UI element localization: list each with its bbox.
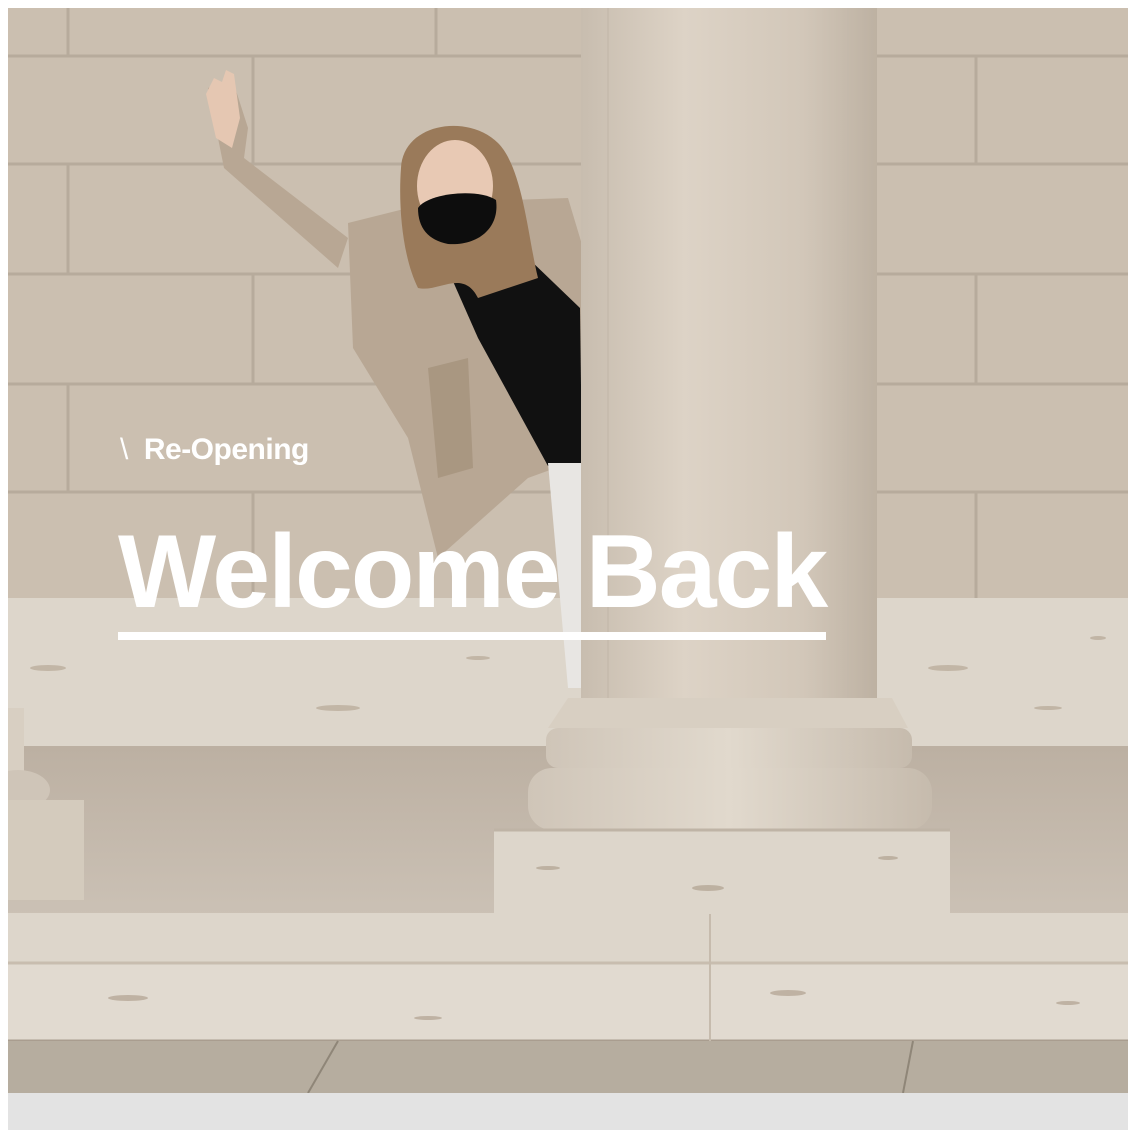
sidewalk [8,1041,1128,1093]
hero-banner: \ Re-Opening Welcome Back [8,8,1128,1093]
eyebrow-slash: \ [120,433,128,466]
page-frame: \ Re-Opening Welcome Back [8,8,1128,1130]
bottom-strip [8,1093,1128,1130]
lower-step [8,963,1128,1041]
upper-step [8,913,1128,963]
eyebrow-text: Re-Opening [143,433,310,466]
welcome-back-link[interactable]: Welcome Back [118,516,828,640]
eyebrow-label: \ Re-Opening [120,430,309,470]
